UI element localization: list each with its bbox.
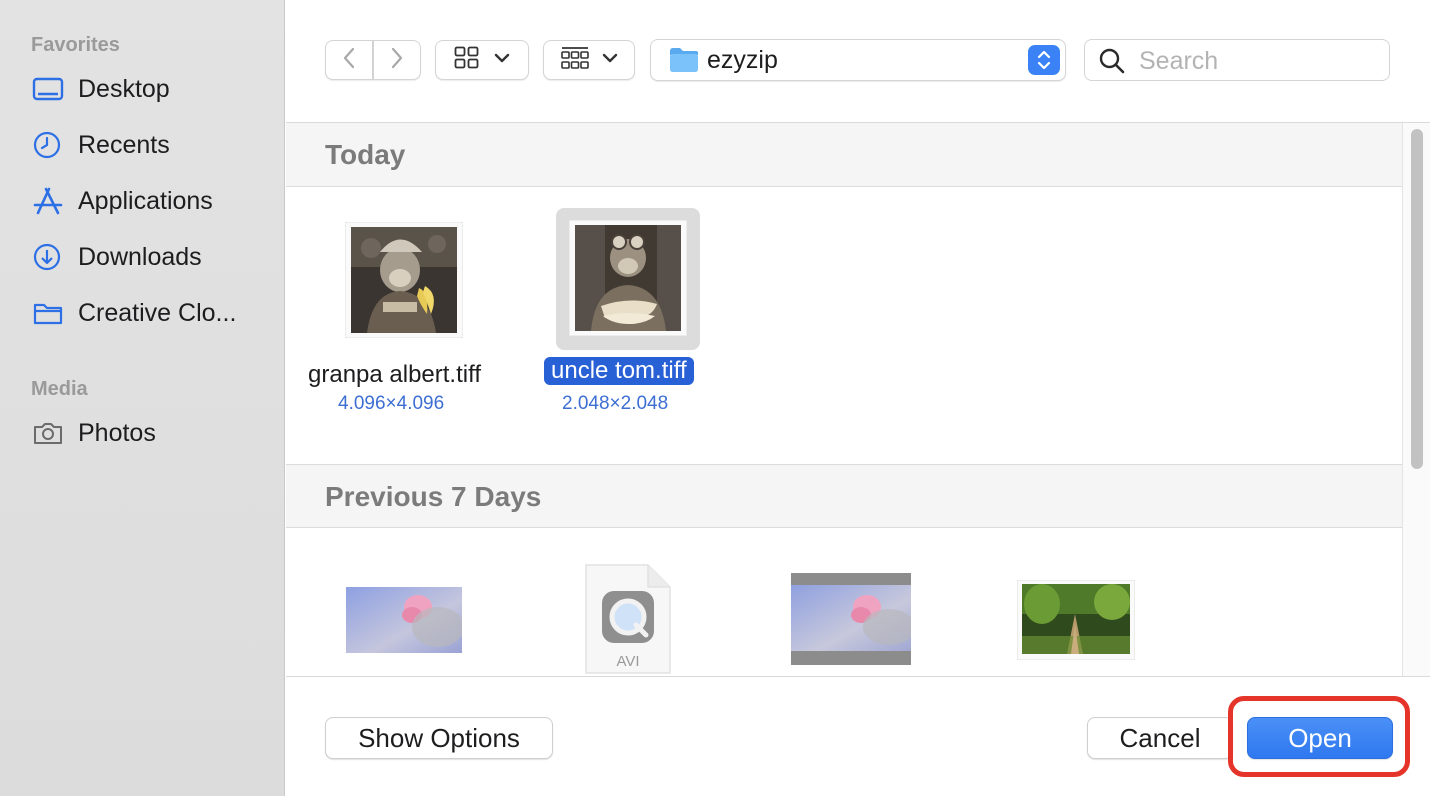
file-browser: Today granpa albert.tiff 4.096×4.096 unc…	[286, 123, 1402, 676]
cancel-button[interactable]: Cancel	[1087, 717, 1233, 759]
group-view-icon	[560, 45, 590, 76]
sidebar-item-label: Downloads	[78, 242, 202, 271]
chevron-right-icon	[390, 46, 404, 75]
sidebar-item-recents[interactable]: Recents	[32, 125, 272, 165]
back-button[interactable]	[325, 40, 373, 80]
avi-file-icon[interactable]: AVI	[584, 563, 672, 676]
view-mode-button[interactable]	[435, 40, 529, 80]
toolbar: ezyzip	[286, 0, 1430, 123]
chevron-down-icon	[602, 51, 618, 69]
file-name[interactable]: granpa albert.tiff	[308, 361, 481, 389]
sidebar-item-downloads[interactable]: Downloads	[32, 237, 272, 277]
section-title: Previous 7 Days	[325, 481, 542, 512]
search-input[interactable]	[1137, 45, 1381, 77]
section-header-today: Today	[286, 123, 1402, 187]
show-options-button[interactable]: Show Options	[325, 717, 553, 759]
annotation-highlight-ring	[1228, 696, 1410, 777]
file-thumbnail[interactable]	[568, 219, 688, 341]
section-header-previous-7-days: Previous 7 Days	[286, 464, 1402, 528]
file-thumbnail[interactable]	[1016, 579, 1136, 665]
up-down-stepper-icon	[1028, 45, 1060, 75]
file-thumbnail[interactable]	[346, 587, 464, 658]
desktop-icon	[32, 74, 66, 104]
sidebar-item-creative-cloud[interactable]: Creative Clo...	[32, 293, 272, 333]
section-title: Today	[325, 139, 406, 170]
search-icon	[1098, 47, 1126, 80]
download-icon	[32, 242, 66, 272]
clock-icon	[32, 130, 66, 160]
sidebar-item-label: Desktop	[78, 74, 170, 103]
sidebar-item-label: Recents	[78, 130, 170, 159]
sidebar-item-label: Photos	[78, 418, 156, 447]
scrollbar-thumb[interactable]	[1411, 129, 1423, 469]
file-thumbnail[interactable]	[791, 573, 915, 670]
folder-icon	[669, 47, 699, 78]
search-field[interactable]	[1084, 39, 1390, 81]
sidebar-item-photos[interactable]: Photos	[32, 413, 272, 453]
media-heading: Media	[31, 378, 88, 400]
vertical-scrollbar[interactable]	[1402, 123, 1430, 676]
chevron-left-icon	[342, 46, 356, 75]
file-name-selected[interactable]: uncle tom.tiff	[544, 357, 694, 385]
file-dimensions: 4.096×4.096	[338, 393, 445, 414]
file-thumbnail[interactable]	[344, 221, 464, 343]
grid-view-icon	[454, 46, 480, 75]
file-type-badge: AVI	[616, 653, 640, 670]
applications-icon	[32, 186, 66, 216]
forward-button[interactable]	[373, 40, 421, 80]
chevron-down-icon	[494, 51, 510, 69]
sidebar-item-label: Creative Clo...	[78, 298, 237, 327]
sidebar-item-applications[interactable]: Applications	[32, 181, 272, 221]
sidebar-item-label: Applications	[78, 186, 213, 215]
group-by-button[interactable]	[543, 40, 635, 80]
camera-icon	[32, 418, 66, 448]
folder-icon	[32, 298, 66, 328]
file-dimensions: 2.048×2.048	[562, 393, 669, 414]
location-popup[interactable]: ezyzip	[650, 39, 1066, 81]
location-label: ezyzip	[707, 46, 778, 74]
sidebar-item-desktop[interactable]: Desktop	[32, 69, 272, 109]
sidebar: Favorites Desktop Recents Applications D…	[0, 0, 285, 796]
favorites-heading: Favorites	[31, 34, 120, 56]
